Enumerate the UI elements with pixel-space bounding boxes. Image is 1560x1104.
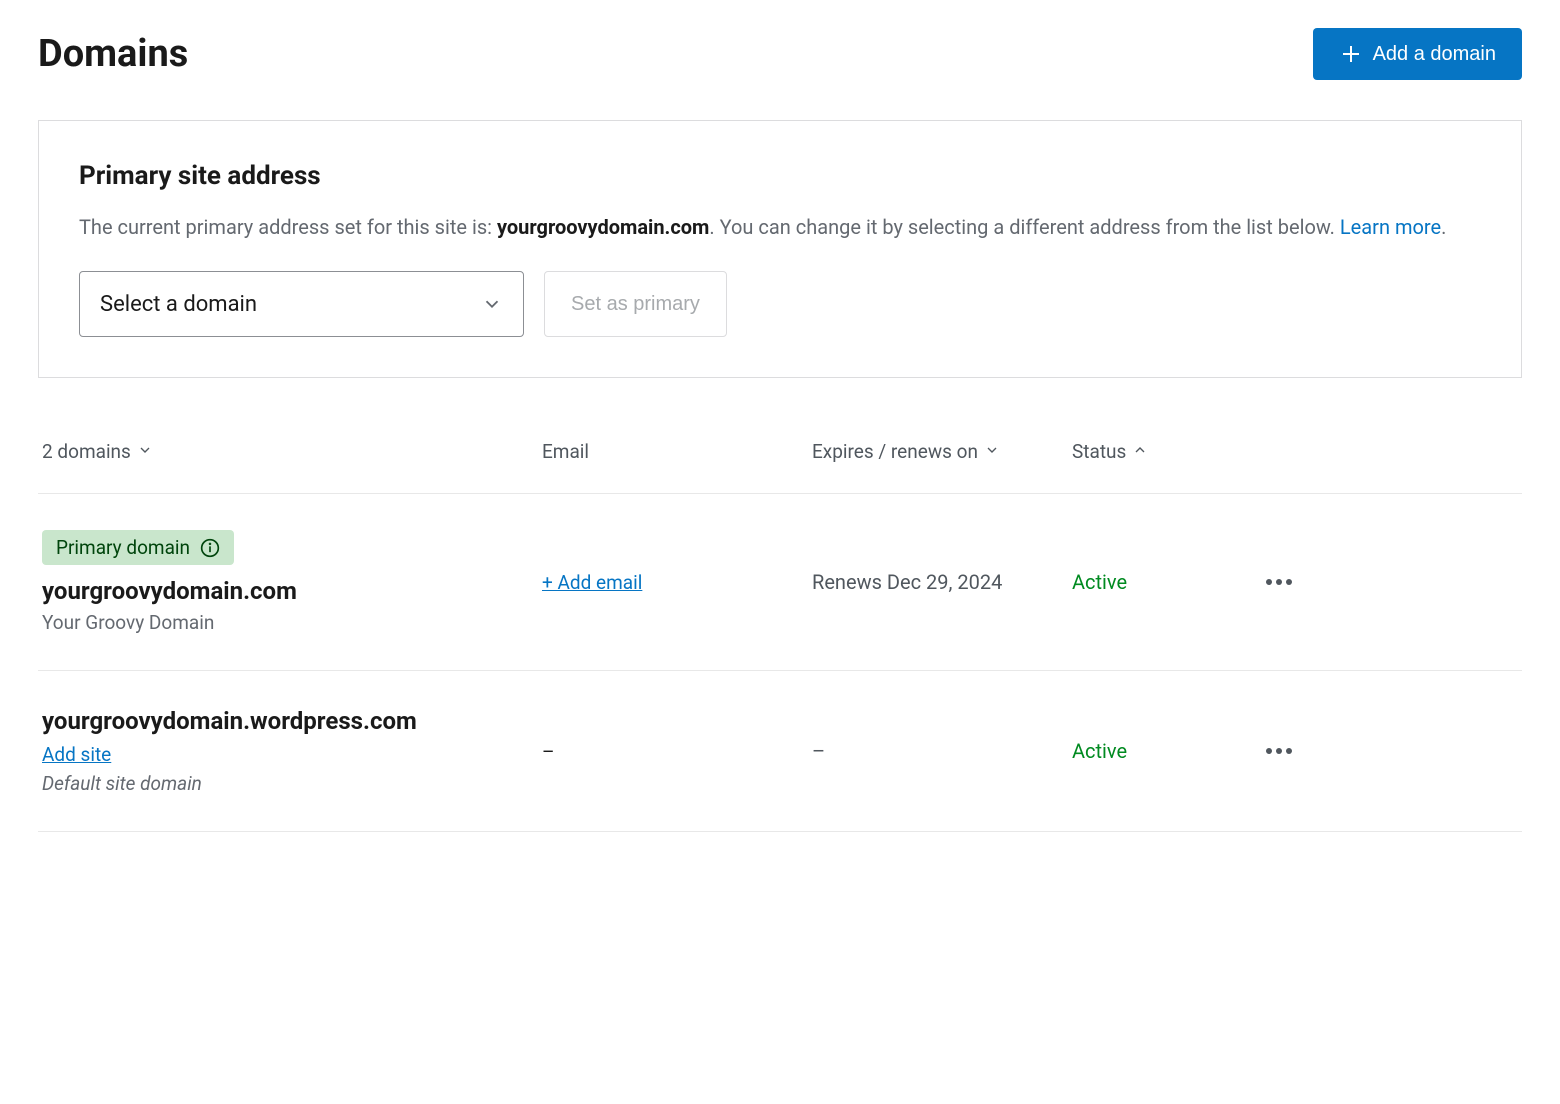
domain-cell: yourgroovydomain.wordpress.com Add site … xyxy=(42,707,542,795)
status-active: Active xyxy=(1072,739,1127,763)
column-header-email: Email xyxy=(542,440,812,463)
status-cell: Active xyxy=(1072,570,1247,594)
chevron-down-icon xyxy=(984,440,1000,463)
select-domain-dropdown[interactable]: Select a domain xyxy=(79,271,524,337)
domain-name[interactable]: yourgroovydomain.wordpress.com xyxy=(42,707,542,735)
domains-table-header: 2 domains Email Expires / renews on Stat… xyxy=(38,426,1522,494)
status-active: Active xyxy=(1072,570,1127,594)
select-domain-placeholder: Select a domain xyxy=(100,292,257,317)
chevron-down-icon xyxy=(481,293,503,315)
add-site-link[interactable]: Add site xyxy=(42,743,111,766)
domain-subtitle: Default site domain xyxy=(42,772,542,795)
column-header-domains[interactable]: 2 domains xyxy=(42,440,542,463)
add-domain-label: Add a domain xyxy=(1373,43,1496,66)
email-cell: + Add email xyxy=(542,571,812,594)
domain-name[interactable]: yourgroovydomain.com xyxy=(42,577,542,605)
primary-panel-description: The current primary address set for this… xyxy=(79,211,1481,243)
plus-icon xyxy=(1339,42,1363,66)
expires-cell: – xyxy=(812,736,1072,766)
set-as-primary-button[interactable]: Set as primary xyxy=(544,271,727,337)
add-email-link[interactable]: + Add email xyxy=(542,571,642,594)
page-title: Domains xyxy=(38,32,188,76)
info-icon[interactable] xyxy=(200,538,220,558)
chevron-up-icon xyxy=(1132,440,1148,463)
status-cell: Active xyxy=(1072,739,1247,763)
table-row: Primary domain yourgroovydomain.com Your… xyxy=(38,494,1522,671)
current-primary-domain: yourgroovydomain.com xyxy=(497,215,709,239)
more-actions-button[interactable] xyxy=(1261,743,1297,759)
more-actions-button[interactable] xyxy=(1261,574,1297,590)
domain-cell: Primary domain yourgroovydomain.com Your… xyxy=(42,530,542,634)
email-cell: – xyxy=(542,740,812,763)
table-row: yourgroovydomain.wordpress.com Add site … xyxy=(38,671,1522,832)
primary-panel-title: Primary site address xyxy=(79,161,1481,191)
add-domain-button[interactable]: Add a domain xyxy=(1313,28,1522,80)
expires-cell: Renews Dec 29, 2024 xyxy=(812,567,1072,597)
chevron-down-icon xyxy=(137,440,153,463)
domain-subtitle: Your Groovy Domain xyxy=(42,611,542,634)
learn-more-link[interactable]: Learn more xyxy=(1340,215,1441,239)
column-header-expires[interactable]: Expires / renews on xyxy=(812,440,1072,463)
column-header-status[interactable]: Status xyxy=(1072,440,1247,463)
primary-domain-badge: Primary domain xyxy=(42,530,234,565)
primary-site-address-panel: Primary site address The current primary… xyxy=(38,120,1522,378)
